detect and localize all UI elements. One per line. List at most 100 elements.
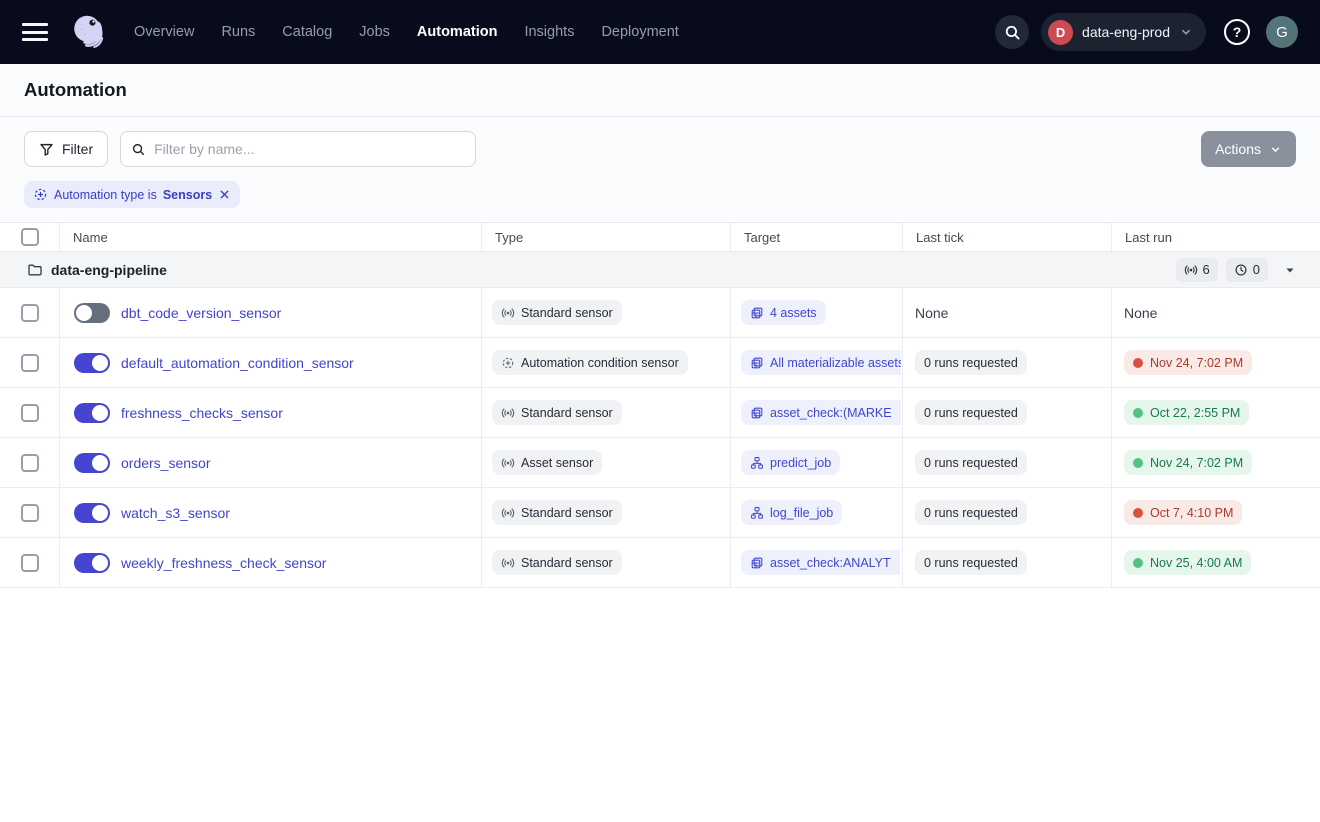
sensor-target-badge[interactable]: log_file_job <box>741 500 842 525</box>
sensor-type-badge: Asset sensor <box>492 450 602 475</box>
cell-target: 4 assets <box>731 288 903 337</box>
last-run-badge[interactable]: Nov 24, 7:02 PM <box>1124 350 1252 375</box>
row-checkbox[interactable] <box>21 304 39 322</box>
cell-last-tick: 0 runs requested <box>903 438 1112 487</box>
select-all-checkbox[interactable] <box>21 228 39 246</box>
hamburger-menu-icon[interactable] <box>22 23 48 41</box>
cell-checkbox <box>0 488 60 537</box>
toolbar: Filter Actions <box>0 117 1320 179</box>
cell-name: freshness_checks_sensor <box>60 388 482 437</box>
sensor-toggle[interactable] <box>74 353 110 373</box>
sensor-target-badge[interactable]: All materializable assets <box>741 350 901 375</box>
last-tick-badge: 0 runs requested <box>915 550 1027 575</box>
sensor-icon <box>501 556 515 570</box>
cell-last-tick: 0 runs requested <box>903 538 1112 587</box>
cell-target: All materializable assets <box>731 338 903 387</box>
nav-item-insights[interactable]: Insights <box>524 24 574 40</box>
cell-type: Standard sensor <box>482 488 731 537</box>
sensor-toggle[interactable] <box>74 453 110 473</box>
last-run-label: Oct 22, 2:55 PM <box>1150 406 1240 420</box>
last-run-badge[interactable]: Oct 22, 2:55 PM <box>1124 400 1249 425</box>
nav-right: D data-eng-prod ? G <box>995 13 1298 51</box>
last-run-badge[interactable]: Nov 24, 7:02 PM <box>1124 450 1252 475</box>
help-button[interactable]: ? <box>1224 19 1250 45</box>
last-tick-badge: 0 runs requested <box>915 400 1027 425</box>
sensor-toggle[interactable] <box>74 503 110 523</box>
cell-type: Standard sensor <box>482 288 731 337</box>
toggle-knob <box>92 455 108 471</box>
sensor-toggle[interactable] <box>74 403 110 423</box>
name-filter-input[interactable] <box>154 141 465 157</box>
sensor-name-link[interactable]: freshness_checks_sensor <box>121 405 283 421</box>
sensor-count: 6 <box>1203 262 1210 277</box>
dagster-logo[interactable] <box>68 11 110 53</box>
last-run-badge[interactable]: Oct 7, 4:10 PM <box>1124 500 1242 525</box>
toggle-knob <box>76 305 92 321</box>
code-location-group-row[interactable]: data-eng-pipeline 6 0 <box>0 252 1320 288</box>
sensor-type-label: Asset sensor <box>521 456 593 470</box>
sensor-name-link[interactable]: default_automation_condition_sensor <box>121 355 354 371</box>
cell-name: dbt_code_version_sensor <box>60 288 482 337</box>
user-avatar[interactable]: G <box>1266 16 1298 48</box>
cell-last-tick: 0 runs requested <box>903 388 1112 437</box>
sensor-name-link[interactable]: orders_sensor <box>121 455 211 471</box>
cell-name: orders_sensor <box>60 438 482 487</box>
sensor-target-badge[interactable]: asset_check:ANALYT <box>741 550 900 575</box>
nav-item-deployment[interactable]: Deployment <box>601 24 678 40</box>
filter-button[interactable]: Filter <box>24 131 108 167</box>
last-run-label: Oct 7, 4:10 PM <box>1150 506 1233 520</box>
sensor-target-badge[interactable]: 4 assets <box>741 300 826 325</box>
sensor-icon <box>1184 263 1198 277</box>
sensor-name-link[interactable]: dbt_code_version_sensor <box>121 305 281 321</box>
row-checkbox[interactable] <box>21 454 39 472</box>
cell-checkbox <box>0 388 60 437</box>
nav-item-jobs[interactable]: Jobs <box>359 24 390 40</box>
clock-icon <box>1234 263 1248 277</box>
sensor-toggle[interactable] <box>74 303 110 323</box>
filter-chip-automation-type[interactable]: Automation type is Sensors <box>24 181 240 208</box>
global-search-button[interactable] <box>995 15 1029 49</box>
sensor-toggle[interactable] <box>74 553 110 573</box>
nav-item-overview[interactable]: Overview <box>134 24 194 40</box>
row-checkbox[interactable] <box>21 354 39 372</box>
cell-last-run: Nov 25, 4:00 AM <box>1112 538 1320 587</box>
sensor-type-badge: Standard sensor <box>492 400 622 425</box>
row-checkbox[interactable] <box>21 504 39 522</box>
nav-item-runs[interactable]: Runs <box>221 24 255 40</box>
sensor-target-label: 4 assets <box>770 306 817 320</box>
sensor-target-badge[interactable]: asset_check:(MARKE <box>741 400 901 425</box>
filter-chip-prefix: Automation type is <box>54 188 157 202</box>
row-checkbox[interactable] <box>21 554 39 572</box>
cell-last-tick: 0 runs requested <box>903 338 1112 387</box>
cell-last-tick: None <box>903 288 1112 337</box>
sensor-name-link[interactable]: weekly_freshness_check_sensor <box>121 555 326 571</box>
cell-checkbox <box>0 538 60 587</box>
funnel-icon <box>39 142 54 157</box>
last-tick-text: None <box>915 305 948 321</box>
nav-item-catalog[interactable]: Catalog <box>282 24 332 40</box>
top-nav: Overview Runs Catalog Jobs Automation Insight… <box>0 0 1320 64</box>
collapse-group-button[interactable] <box>1284 264 1296 276</box>
column-header-last-tick: Last tick <box>903 223 1112 251</box>
table-row: orders_sensor Asset sensor predict_job 0 ru… <box>0 438 1320 488</box>
sensor-target-badge[interactable]: predict_job <box>741 450 840 475</box>
deployment-switcher[interactable]: D data-eng-prod <box>1041 13 1206 51</box>
sensor-target-label: asset_check:(MARKE <box>770 406 892 420</box>
cell-checkbox <box>0 338 60 387</box>
page-title: Automation <box>24 79 127 101</box>
nav-links: Overview Runs Catalog Jobs Automation Insight… <box>134 24 679 40</box>
toggle-knob <box>92 505 108 521</box>
column-header-name: Name <box>60 223 482 251</box>
group-name: data-eng-pipeline <box>51 262 167 278</box>
row-checkbox[interactable] <box>21 404 39 422</box>
folder-icon <box>27 262 43 278</box>
nav-item-automation[interactable]: Automation <box>417 24 498 40</box>
sensor-icon <box>501 456 515 470</box>
actions-button[interactable]: Actions <box>1201 131 1296 167</box>
sensor-name-link[interactable]: watch_s3_sensor <box>121 505 230 521</box>
close-icon[interactable] <box>218 188 231 201</box>
last-tick-label: 0 runs requested <box>924 506 1018 520</box>
deployment-name: data-eng-prod <box>1082 24 1170 40</box>
status-dot <box>1133 358 1143 368</box>
last-run-badge[interactable]: Nov 25, 4:00 AM <box>1124 550 1251 575</box>
